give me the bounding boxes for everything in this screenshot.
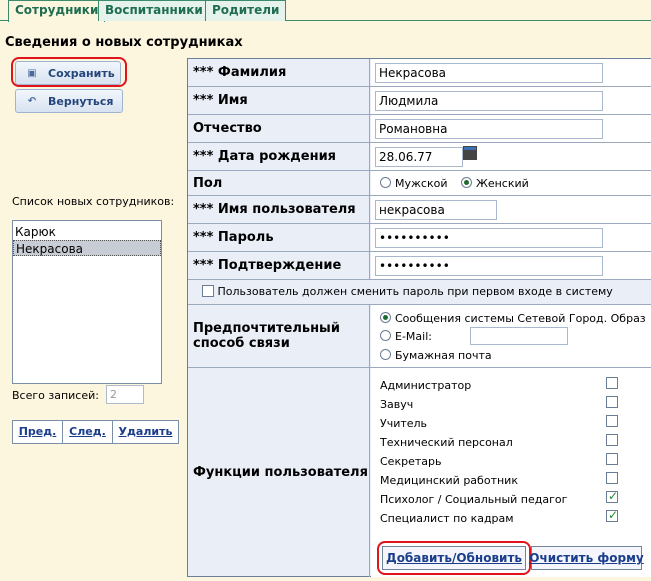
tab-parents[interactable]: Родители [205,0,287,21]
function-teacher-label: Учитель [380,417,428,430]
tab-bar: Сотрудники Воспитанники Родители [0,0,651,22]
clear-form-button[interactable]: Очистить форму [529,546,644,570]
contact-system-option[interactable]: Сообщения системы Сетевой Город. Образ [380,312,646,325]
back-button-label: Вернуться [48,94,114,108]
function-tech-staff-label: Технический персонал [380,436,513,449]
contact-email-option[interactable]: E-Mail: [380,330,432,343]
next-link[interactable]: След. [63,421,113,443]
record-nav: Пред. След. Удалить [12,420,179,444]
delete-link[interactable]: Удалить [113,421,178,443]
patronymic-label: Отчество [188,115,370,142]
save-button-label: Сохранить [48,66,115,80]
row-name: *** Имя Людмила [188,87,651,115]
list-item[interactable]: Карюк [13,224,161,240]
gender-male-label: Мужской [395,177,448,190]
tab-pupils[interactable]: Воспитанники [98,0,210,21]
function-medical-checkbox[interactable] [606,472,618,484]
function-secretary-checkbox[interactable] [606,453,618,465]
contact-paper-label: Бумажная почта [395,349,492,362]
birthdate-input[interactable]: 28.06.77 [375,147,463,167]
password-input[interactable]: •••••••••• [375,228,603,248]
birthdate-label: *** Дата рождения [188,143,370,170]
function-psychologist-label: Психолог / Социальный педагог [380,493,568,506]
row-contact: Предпочтительный способ связи Сообщения … [188,305,651,368]
calendar-icon[interactable] [463,146,477,160]
row-birthdate: *** Дата рождения 28.06.77 [188,143,651,171]
row-confirm: *** Подтверждение •••••••••• [188,252,651,280]
function-admin-checkbox[interactable] [606,377,618,389]
row-password: *** Пароль •••••••••• [188,224,651,252]
tab-employees[interactable]: Сотрудники [8,0,106,22]
email-input[interactable] [470,327,568,345]
function-secretary-label: Секретарь [380,455,442,468]
username-label: *** Имя пользователя [188,196,370,223]
function-medical-label: Медицинский работник [380,474,518,487]
name-label: *** Имя [188,87,370,114]
name-input[interactable]: Людмила [375,91,603,111]
must-change-checkbox[interactable] [202,285,214,297]
employee-form: *** Фамилия Некрасова *** Имя Людмила От… [187,58,651,577]
prev-link[interactable]: Пред. [13,421,63,443]
floppy-disk-icon: ▣ [27,67,37,79]
row-username: *** Имя пользователя некрасова [188,196,651,224]
function-psychologist-checkbox[interactable] [606,489,618,503]
gender-female-label: Женский [476,177,529,190]
contact-label-line2: способ связи [193,336,290,351]
total-records-label: Всего записей: [12,389,99,402]
functions-label: Функции пользователя [188,368,370,577]
confirm-label: *** Подтверждение [188,252,370,279]
list-item-selected[interactable]: Некрасова [13,240,161,256]
contact-system-radio[interactable] [380,312,391,323]
contact-email-radio[interactable] [380,330,391,341]
must-change-label: Пользователь должен сменить пароль при п… [217,285,613,298]
new-employees-listbox[interactable]: Карюк Некрасова [12,220,162,384]
contact-label-line1: Предпочтительный [193,321,340,336]
row-patronymic: Отчество Романовна [188,115,651,143]
function-hr-checkbox[interactable] [606,508,618,522]
must-change-option[interactable]: Пользователь должен сменить пароль при п… [202,285,613,298]
gender-label: Пол [188,171,370,195]
row-gender: Пол Мужской Женский [188,171,651,196]
surname-label: *** Фамилия [188,59,370,86]
contact-paper-radio[interactable] [380,349,391,360]
gender-male-option[interactable]: Мужской [380,177,447,190]
gender-male-radio[interactable] [380,177,391,188]
row-surname: *** Фамилия Некрасова [188,59,651,87]
username-input[interactable]: некрасова [375,200,497,220]
gender-female-option[interactable]: Женский [461,177,529,190]
gender-female-radio[interactable] [461,177,472,188]
employees-list-label: Список новых сотрудников: [12,195,175,208]
function-headteacher-label: Завуч [380,398,414,411]
surname-input[interactable]: Некрасова [375,63,603,83]
function-admin-label: Администратор [380,379,472,392]
back-arrow-icon: ↶ [27,95,37,107]
contact-paper-option[interactable]: Бумажная почта [380,349,492,362]
total-records-field: 2 [106,385,144,404]
contact-email-label: E-Mail: [395,330,432,343]
page-title: Сведения о новых сотрудниках [5,35,243,50]
function-teacher-checkbox[interactable] [606,415,618,427]
password-label: *** Пароль [188,224,370,251]
back-button[interactable]: ↶ Вернуться [15,89,123,113]
function-headteacher-checkbox[interactable] [606,396,618,408]
function-hr-label: Специалист по кадрам [380,512,514,525]
save-button[interactable]: ▣ Сохранить [15,61,121,85]
function-tech-staff-checkbox[interactable] [606,434,618,446]
confirm-input[interactable]: •••••••••• [375,256,603,276]
add-update-button[interactable]: Добавить/Обновить [382,546,526,570]
contact-system-label: Сообщения системы Сетевой Город. Образ [395,312,646,325]
row-must-change: Пользователь должен сменить пароль при п… [188,280,651,305]
patronymic-input[interactable]: Романовна [375,119,603,139]
contact-label: Предпочтительный способ связи [188,305,370,367]
